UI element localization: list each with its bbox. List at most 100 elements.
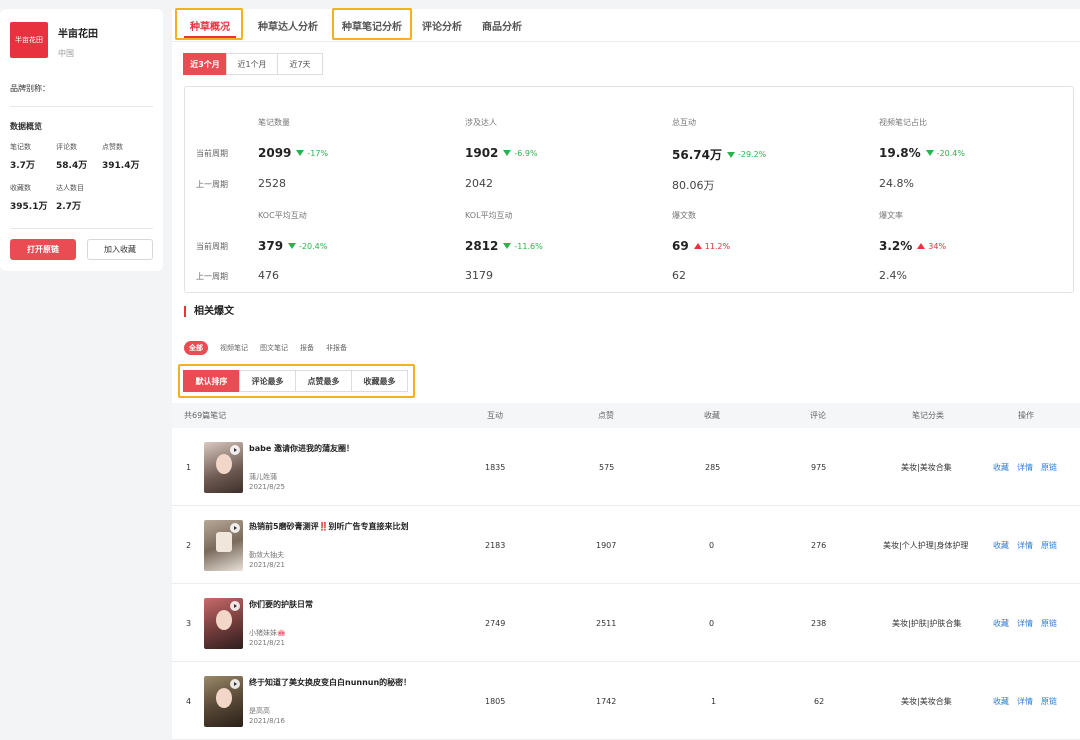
metric-name: KOC平均互动 — [258, 211, 307, 220]
stat-value: 58.4万 — [56, 161, 88, 171]
collect-link[interactable]: 收藏 — [993, 696, 1009, 707]
note-author[interactable]: 小猪妹妹🐽 — [249, 628, 286, 638]
table-row[interactable]: 4 终于知道了美女换皮变白白nunnun的秘密！ 是高高 2021/8/16 1… — [172, 662, 1080, 740]
add-favorite-button[interactable]: 加入收藏 — [87, 239, 153, 260]
table-row[interactable]: 2 热销前5磨砂膏测评‼️别听广告专直接来比划 勤敛大抽夫 2021/8/21 … — [172, 506, 1080, 584]
metrics-panel: 当前周期 上一周期 当前周期 上一周期 笔记数量 2099 -17% 2528 涉… — [184, 86, 1074, 293]
highlight-box — [175, 8, 243, 40]
highlight-box — [178, 364, 415, 398]
metric-current: 2099 -17% — [258, 146, 328, 160]
detail-link[interactable]: 详情 — [1017, 618, 1033, 629]
metric-current-value: 3.2% — [879, 239, 913, 253]
metric-previous: 24.8% — [879, 177, 914, 190]
metric-change: -20.4% — [936, 148, 965, 158]
tab-comment-analysis[interactable]: 评论分析 — [416, 9, 468, 41]
source-link[interactable]: 原链 — [1041, 540, 1057, 551]
metric-previous: 476 — [258, 269, 279, 282]
current-period-label: 当前周期 — [196, 149, 228, 158]
metric-previous: 80.06万 — [672, 179, 715, 192]
metric-previous: 3179 — [465, 269, 493, 282]
row-actions: 收藏 详情 原链 — [993, 662, 1065, 740]
cell-interactions: 1835 — [485, 462, 506, 472]
source-link[interactable]: 原链 — [1041, 462, 1057, 473]
note-author[interactable]: 勤敛大抽夫 — [249, 550, 284, 560]
trend-down-icon — [288, 243, 297, 249]
note-thumbnail[interactable] — [204, 598, 243, 649]
trend-up-icon — [693, 243, 702, 249]
stat-label: 收藏数 — [10, 184, 31, 192]
filter-all[interactable]: 全部 — [184, 341, 208, 355]
brand-name: 半亩花田 — [58, 29, 98, 40]
stat-label: 评论数 — [56, 143, 77, 151]
metric-change: -6.9% — [514, 148, 538, 158]
range-1-month[interactable]: 近1个月 — [226, 53, 278, 75]
stat-label: 达人数目 — [56, 184, 84, 192]
filter-video-notes[interactable]: 视频笔记 — [220, 343, 248, 353]
metric-current: 56.74万 -29.2% — [672, 146, 766, 163]
note-title[interactable]: 你们要的护肤日常 — [249, 599, 313, 610]
cell-category: 美妆|美妆合集 — [901, 696, 952, 706]
stat-label: 点赞数 — [102, 143, 123, 151]
note-author[interactable]: 蒲儿姓蒲 — [249, 472, 277, 482]
play-icon — [230, 679, 240, 689]
trend-down-icon — [503, 150, 512, 156]
detail-link[interactable]: 详情 — [1017, 540, 1033, 551]
note-thumbnail[interactable] — [204, 520, 243, 571]
note-date: 2021/8/21 — [249, 639, 285, 647]
col-category: 笔记分类 — [912, 411, 944, 420]
metric-current: 379 -20.4% — [258, 239, 327, 253]
cell-category: 美妆|护肤|护肤合集 — [892, 618, 962, 628]
range-7-days[interactable]: 近7天 — [277, 53, 323, 75]
filter-non-reported[interactable]: 非报备 — [326, 343, 347, 353]
trend-up-icon — [917, 243, 926, 249]
current-period-label: 当前周期 — [196, 242, 228, 251]
source-link[interactable]: 原链 — [1041, 696, 1057, 707]
metric-current-value: 19.8% — [879, 146, 921, 160]
cell-collects: 0 — [709, 540, 715, 550]
table-row[interactable]: 3 你们要的护肤日常 小猪妹妹🐽 2021/8/21 2749 2511 0 2… — [172, 584, 1080, 662]
brand-country: 中国 — [58, 49, 74, 58]
filter-image-notes[interactable]: 图文笔记 — [260, 343, 288, 353]
data-overview-title: 数据概览 — [10, 122, 42, 131]
main-panel: 种草概况 种草达人分析 种草笔记分析 评论分析 商品分析 近3个月 近1个月 近… — [172, 8, 1080, 740]
note-author[interactable]: 是高高 — [249, 706, 270, 716]
table-row[interactable]: 1 babe 邀请你进我的蒲友圈！ 蒲儿姓蒲 2021/8/25 1835 57… — [172, 428, 1080, 506]
metric-current: 1902 -6.9% — [465, 146, 538, 160]
note-thumbnail[interactable] — [204, 442, 243, 493]
highlight-box — [332, 8, 412, 40]
metric-name: 爆文率 — [879, 211, 903, 220]
brand-card: 半亩花田 半亩花田 中国 品牌别称： 数据概览 笔记数 3.7万 评论数 58.4万… — [0, 9, 163, 271]
metric-current: 69 11.2% — [672, 239, 730, 253]
collect-link[interactable]: 收藏 — [993, 618, 1009, 629]
metric-change: 34% — [928, 241, 947, 251]
detail-link[interactable]: 详情 — [1017, 696, 1033, 707]
metric-previous: 62 — [672, 269, 686, 282]
note-thumbnail[interactable] — [204, 676, 243, 727]
tab-product-analysis[interactable]: 商品分析 — [476, 9, 528, 41]
cell-interactions: 1805 — [485, 696, 506, 706]
metric-current-value: 69 — [672, 239, 689, 253]
note-title[interactable]: 终于知道了美女换皮变白白nunnun的秘密！ — [249, 677, 411, 688]
table-header: 共69篇笔记 互动 点赞 收藏 评论 笔记分类 操作 — [172, 403, 1080, 428]
metric-change: -17% — [307, 148, 329, 158]
stat-label: 笔记数 — [10, 143, 31, 151]
source-link[interactable]: 原链 — [1041, 618, 1057, 629]
collect-link[interactable]: 收藏 — [993, 540, 1009, 551]
cell-collects: 285 — [705, 462, 721, 472]
tab-influencer-analysis[interactable]: 种草达人分析 — [250, 9, 326, 41]
metric-change: -29.2% — [737, 150, 767, 159]
detail-link[interactable]: 详情 — [1017, 462, 1033, 473]
metric-current-value: 1902 — [465, 146, 499, 160]
collect-link[interactable]: 收藏 — [993, 462, 1009, 473]
col-notes-count: 共69篇笔记 — [184, 411, 227, 420]
metric-change: 11.2% — [704, 241, 731, 251]
metric-previous: 2.4% — [879, 269, 907, 282]
note-title[interactable]: 热销前5磨砂膏测评‼️别听广告专直接来比划 — [249, 521, 409, 532]
row-index: 3 — [186, 618, 192, 628]
filter-reported[interactable]: 报备 — [300, 343, 314, 353]
cell-comments: 276 — [811, 540, 827, 550]
open-link-button[interactable]: 打开原链 — [10, 239, 76, 260]
range-3-months[interactable]: 近3个月 — [183, 53, 227, 75]
note-title[interactable]: babe 邀请你进我的蒲友圈！ — [249, 443, 354, 454]
metric-name: 爆文数 — [672, 211, 696, 220]
